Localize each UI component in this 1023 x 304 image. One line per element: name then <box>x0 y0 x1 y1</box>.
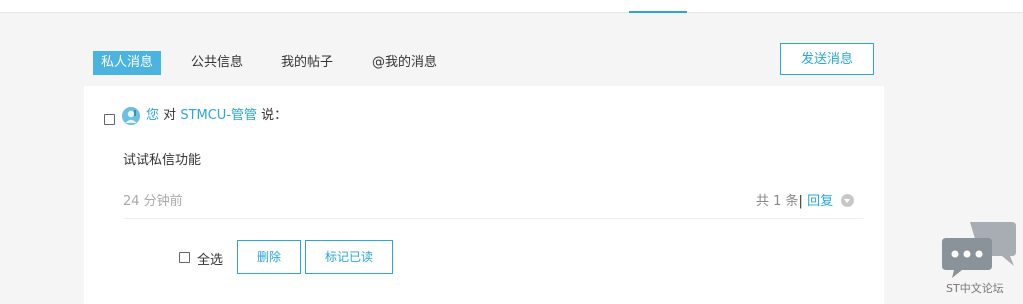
chat-bubbles-icon <box>942 222 1016 278</box>
message-body: 试试私信功能 <box>123 153 202 168</box>
message-list-card: 您 对 STMCU-管管 说： 试试私信功能 24 分钟前 共 1 条| 回复 … <box>84 86 884 304</box>
top-nav-active-indicator <box>629 11 687 13</box>
chevron-down-icon[interactable] <box>841 194 855 207</box>
avatar-icon <box>122 107 140 125</box>
avatar <box>122 107 140 125</box>
message-checkbox[interactable] <box>104 114 115 125</box>
message-count: 共 1 条 <box>756 194 799 209</box>
divider <box>123 218 863 219</box>
tab-private-messages[interactable]: 私人消息 <box>93 51 162 75</box>
to-word: 对 <box>163 108 177 123</box>
tab-public-info[interactable]: 公共信息 <box>191 51 243 75</box>
mark-read-button[interactable]: 标记已读 <box>305 240 393 274</box>
tab-mentions[interactable]: @我的消息 <box>372 51 437 75</box>
message-meta: 共 1 条| 回复 <box>756 190 855 209</box>
tab-my-posts[interactable]: 我的帖子 <box>281 51 333 75</box>
recipient-link[interactable]: STMCU-管管 <box>180 108 257 123</box>
says-word: 说： <box>261 108 288 123</box>
reply-link[interactable]: 回复 <box>807 194 833 209</box>
select-all-checkbox[interactable] <box>179 252 190 263</box>
send-message-button[interactable]: 发送消息 <box>780 43 874 75</box>
sender-link[interactable]: 您 <box>146 108 159 123</box>
delete-button[interactable]: 删除 <box>237 240 301 274</box>
top-nav-bar <box>0 0 1023 13</box>
forum-badge-label: ST中文论坛 <box>946 282 1004 295</box>
message-header: 您 对 STMCU-管管 说： <box>146 107 287 125</box>
message-time: 24 分钟前 <box>123 194 183 209</box>
select-all-label[interactable]: 全选 <box>197 249 223 268</box>
